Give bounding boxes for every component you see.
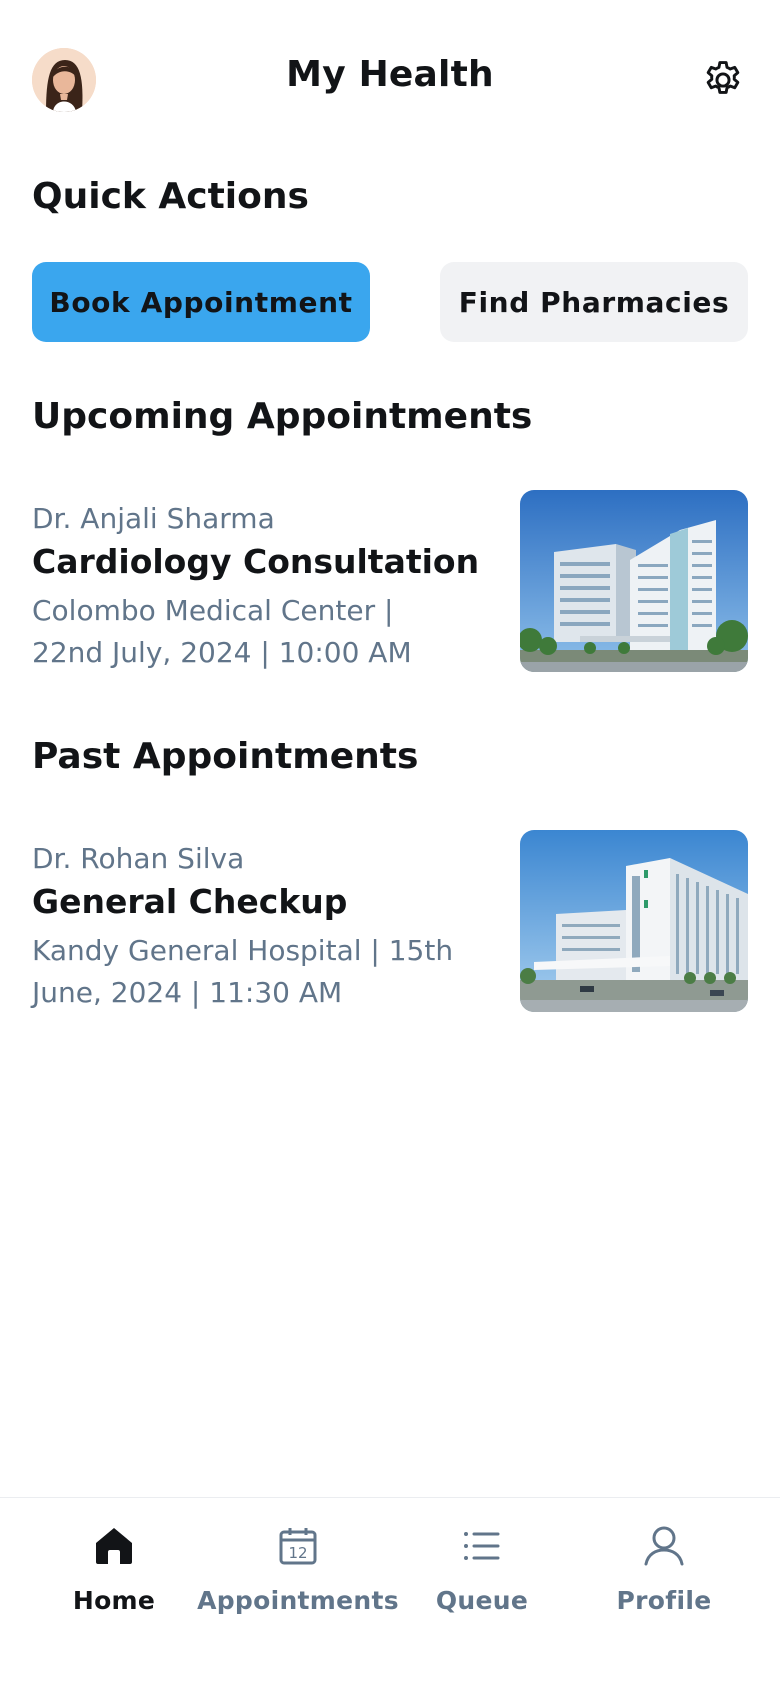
user-icon [640, 1522, 688, 1570]
appointment-title: Cardiology Consultation [32, 542, 480, 581]
hospital-building-image [520, 490, 748, 672]
calendar-day-number: 12 [288, 1544, 307, 1562]
nav-item-home[interactable]: Home [24, 1522, 204, 1632]
settings-button[interactable] [700, 57, 746, 103]
hospital-image [520, 490, 748, 672]
page-title: My Health [286, 54, 494, 95]
doctor-name: Dr. Anjali Sharma [32, 502, 275, 535]
find-pharmacies-button[interactable]: Find Pharmacies [440, 262, 748, 342]
top-bar: My Health [0, 0, 780, 160]
nav-item-profile[interactable]: Profile [574, 1522, 754, 1632]
hospital-image [520, 830, 748, 1012]
quick-actions-heading: Quick Actions [32, 176, 309, 217]
appointment-card-upcoming[interactable]: Dr. Anjali Sharma Cardiology Consultatio… [32, 490, 748, 674]
appointment-title: General Checkup [32, 882, 348, 921]
bottom-navigation: Home 12 Appointments Queue Profile [0, 1497, 780, 1688]
gear-icon [706, 61, 740, 94]
nav-label-appointments: Appointments [197, 1586, 399, 1615]
nav-item-appointments[interactable]: 12 Appointments [197, 1522, 399, 1632]
home-screen: My Health Quick Actions Book Appointment… [0, 0, 780, 1688]
appointment-details: Colombo Medical Center | 22nd July, 2024… [32, 594, 412, 669]
list-icon [458, 1522, 506, 1570]
nav-label-profile: Profile [616, 1586, 712, 1615]
book-appointment-button[interactable]: Book Appointment [32, 262, 370, 342]
upcoming-appointments-heading: Upcoming Appointments [32, 396, 533, 437]
hospital-building-image [520, 830, 748, 1012]
past-appointments-heading: Past Appointments [32, 736, 419, 777]
appointment-details: Kandy General Hospital | 15th June, 2024… [32, 934, 454, 1009]
doctor-name: Dr. Rohan Silva [32, 842, 245, 875]
appointment-card-past[interactable]: Dr. Rohan Silva General Checkup Kandy Ge… [32, 830, 748, 1014]
nav-label-queue: Queue [435, 1586, 529, 1615]
home-icon [90, 1522, 138, 1570]
nav-item-queue[interactable]: Queue [392, 1522, 572, 1632]
calendar-icon: 12 [274, 1522, 322, 1570]
nav-label-home: Home [72, 1586, 156, 1615]
